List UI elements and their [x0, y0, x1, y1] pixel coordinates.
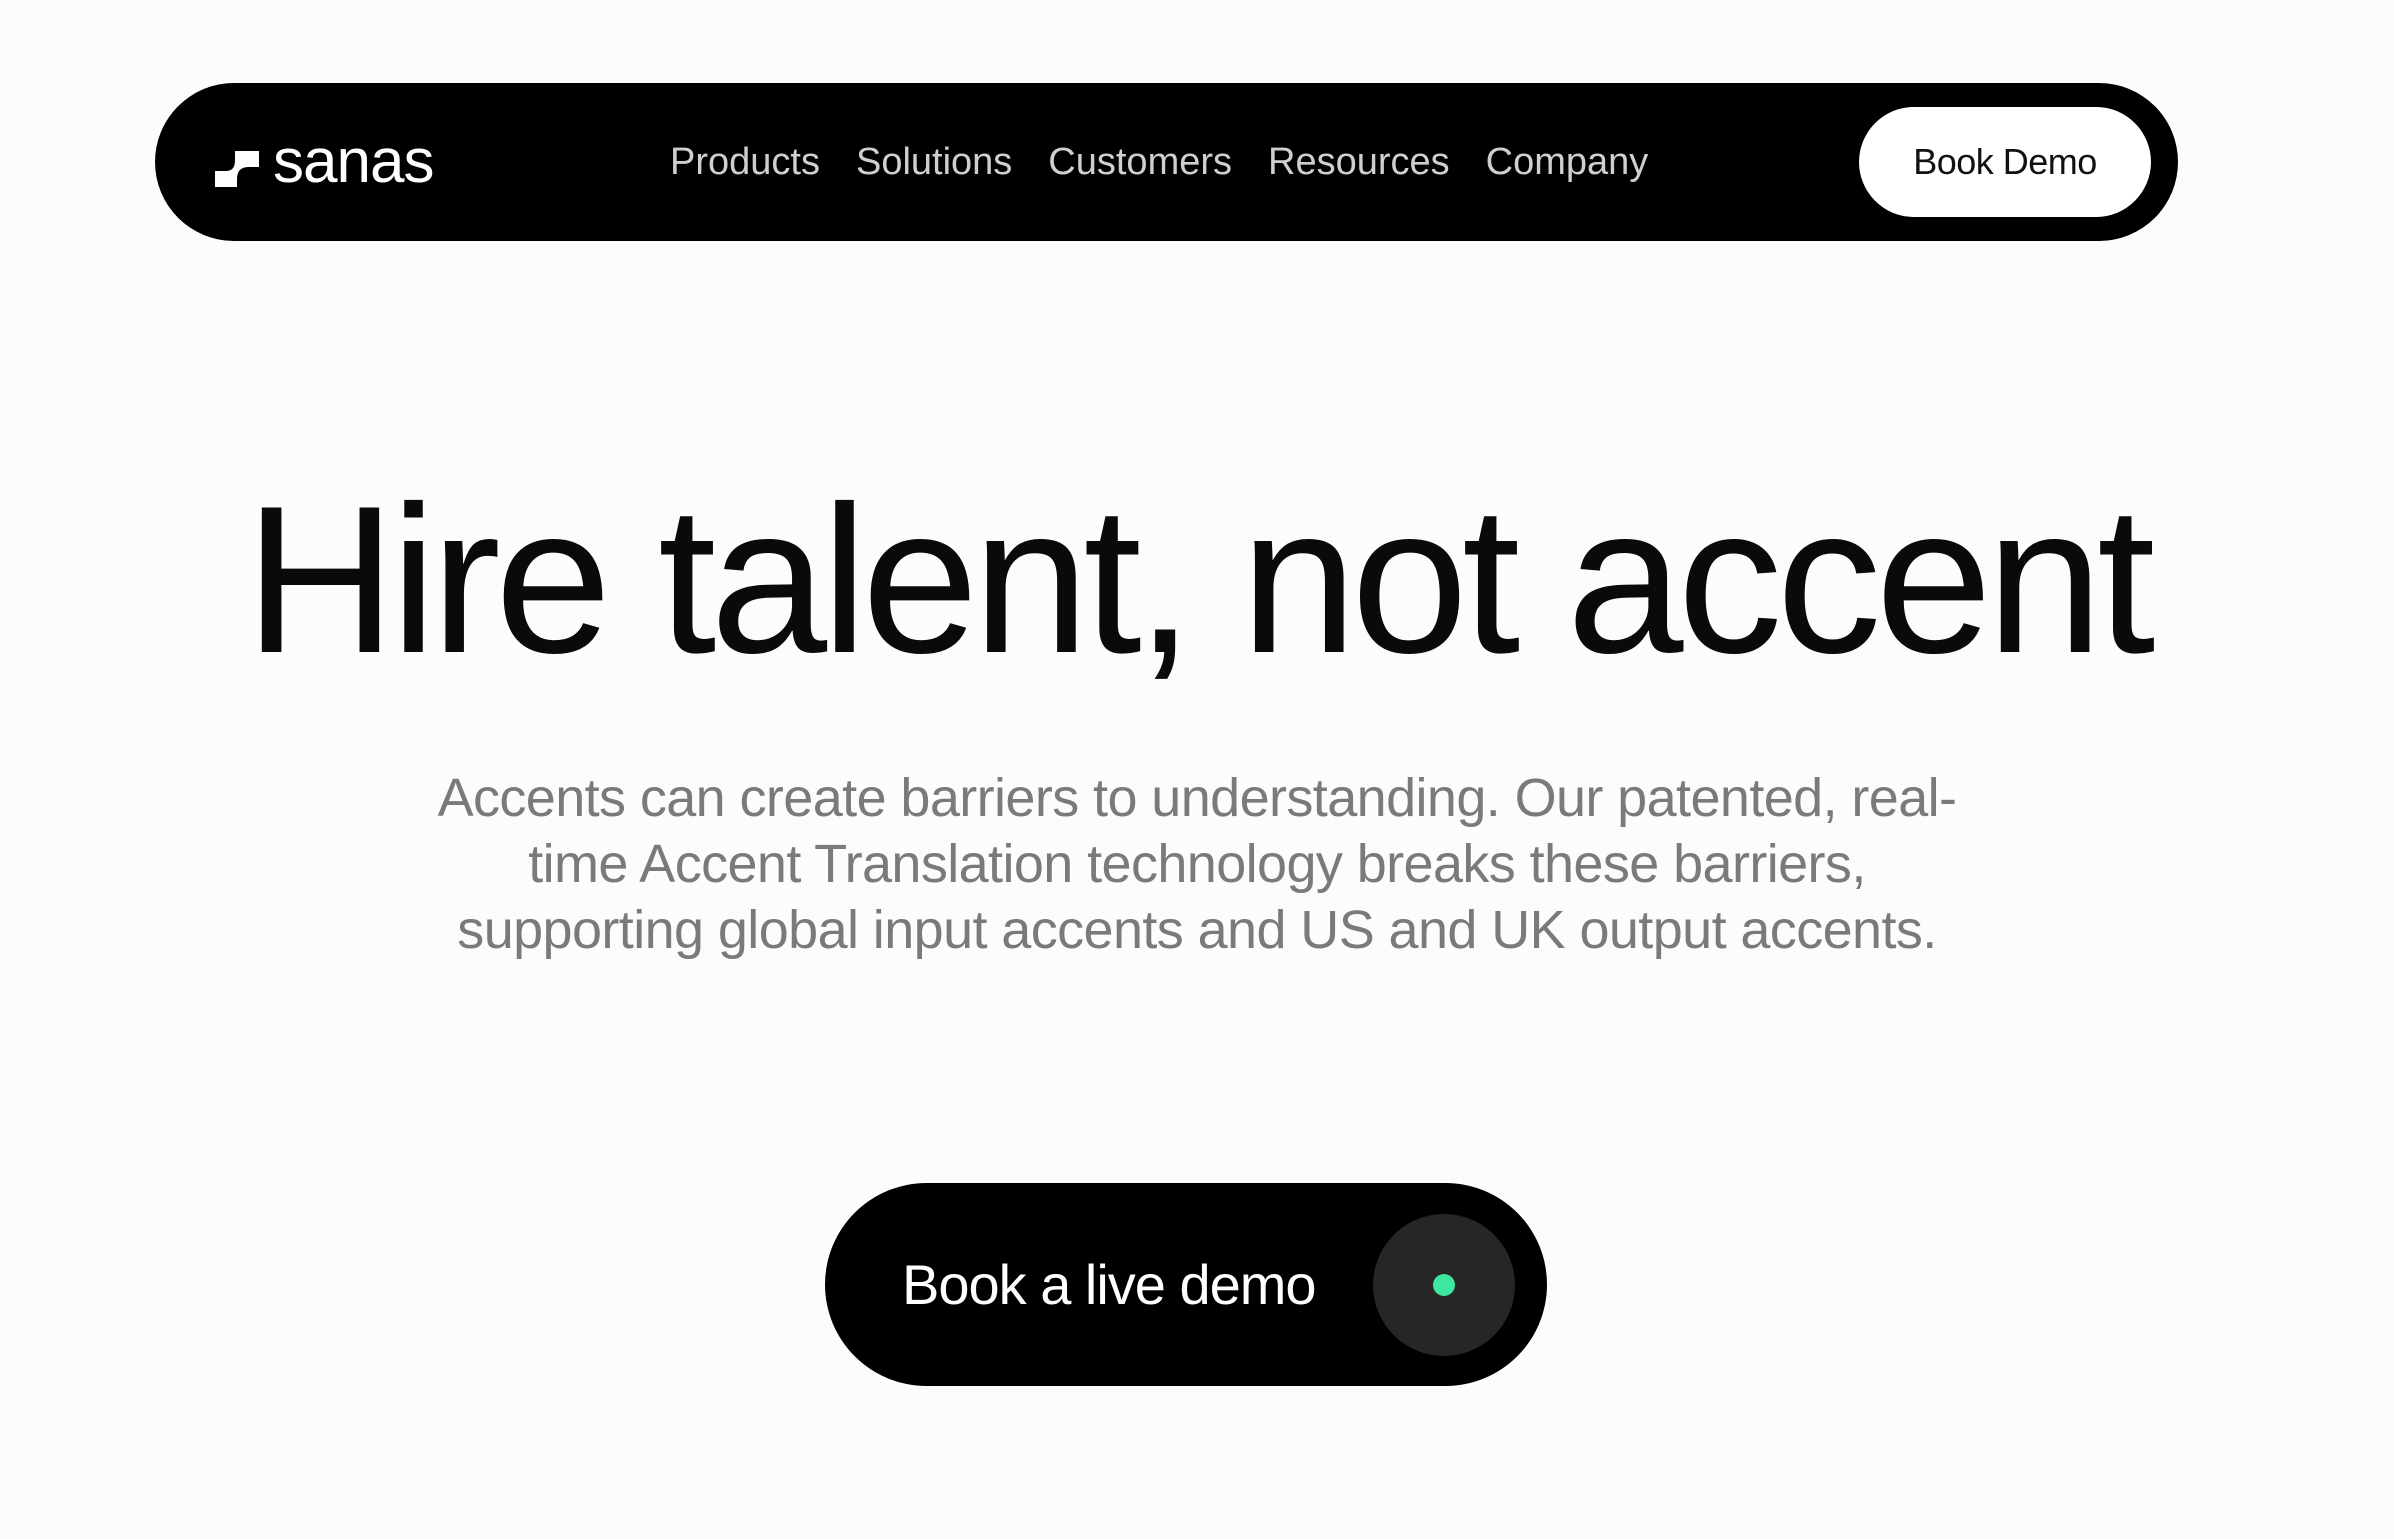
logo-link[interactable]: sanas	[215, 125, 434, 199]
book-live-demo-button[interactable]: Book a live demo	[825, 1183, 1547, 1386]
green-dot-icon	[1433, 1274, 1455, 1296]
page: sanas Products Solutions Customers Resou…	[0, 0, 2394, 1539]
cta-label: Book a live demo	[902, 1253, 1317, 1316]
hero-title: Hire talent, not accent	[244, 462, 2156, 697]
logo-text: sanas	[273, 127, 434, 196]
hero-subtitle: Accents can create barriers to understan…	[437, 768, 1957, 960]
cta-circle	[1373, 1214, 1515, 1356]
nav-item-solutions[interactable]: Solutions	[856, 141, 1012, 184]
nav-item-products[interactable]: Products	[670, 141, 820, 184]
top-navbar: sanas Products Solutions Customers Resou…	[155, 83, 2178, 241]
sanas-logo-mark-icon	[215, 151, 259, 187]
book-demo-button[interactable]: Book Demo	[1859, 107, 2151, 217]
nav-item-customers[interactable]: Customers	[1048, 141, 1232, 184]
nav-item-resources[interactable]: Resources	[1268, 141, 1450, 184]
nav-item-company[interactable]: Company	[1486, 141, 1649, 184]
main-nav: Products Solutions Customers Resources C…	[670, 83, 1648, 241]
